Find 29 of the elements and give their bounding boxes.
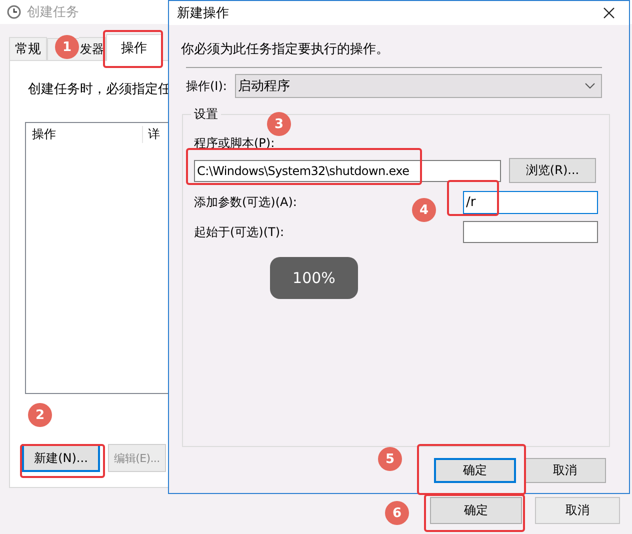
column-header[interactable]: 详 xyxy=(143,126,160,142)
start-in-field[interactable] xyxy=(463,221,598,243)
start-in-label: 起始于(可选)(T): xyxy=(194,224,284,240)
cancel-button[interactable]: 取消 xyxy=(524,458,606,483)
arguments-label: 添加参数(可选)(A): xyxy=(194,194,297,211)
program-label: 程序或脚本(P): xyxy=(194,135,276,152)
browse-button[interactable]: 浏览(R)... xyxy=(509,158,596,183)
window-title: 创建任务 xyxy=(27,4,79,21)
clock-icon xyxy=(7,5,21,19)
action-label: 操作(I): xyxy=(186,78,227,94)
highlight-frame xyxy=(447,180,499,216)
action-dropdown[interactable]: 启动程序 xyxy=(234,74,602,98)
column-header[interactable]: 操作 xyxy=(26,126,143,142)
new-button[interactable]: 新建(N)... xyxy=(22,444,100,472)
dialog-title: 新建操作 xyxy=(177,5,229,22)
tab[interactable]: 常规 xyxy=(9,37,47,60)
close-icon[interactable] xyxy=(603,7,615,19)
dropdown-value: 启动程序 xyxy=(238,78,290,95)
arguments-field[interactable]: /r xyxy=(463,191,598,214)
highlight-frame xyxy=(103,30,163,68)
chevron-down-icon xyxy=(584,83,595,89)
tab[interactable]: 发器 xyxy=(79,37,106,60)
tab[interactable]: 操作 xyxy=(106,34,162,61)
program-field[interactable]: C:\Windows\System32\shutdown.exe xyxy=(194,160,501,182)
ok-button[interactable]: 确定 xyxy=(430,497,522,524)
ok-button[interactable]: 确定 xyxy=(434,458,516,483)
zoom-toast: 100% xyxy=(270,257,358,299)
cancel-button[interactable]: 取消 xyxy=(535,497,620,524)
instruction-text: 你必须为此任务指定要执行的操作。 xyxy=(181,41,390,58)
